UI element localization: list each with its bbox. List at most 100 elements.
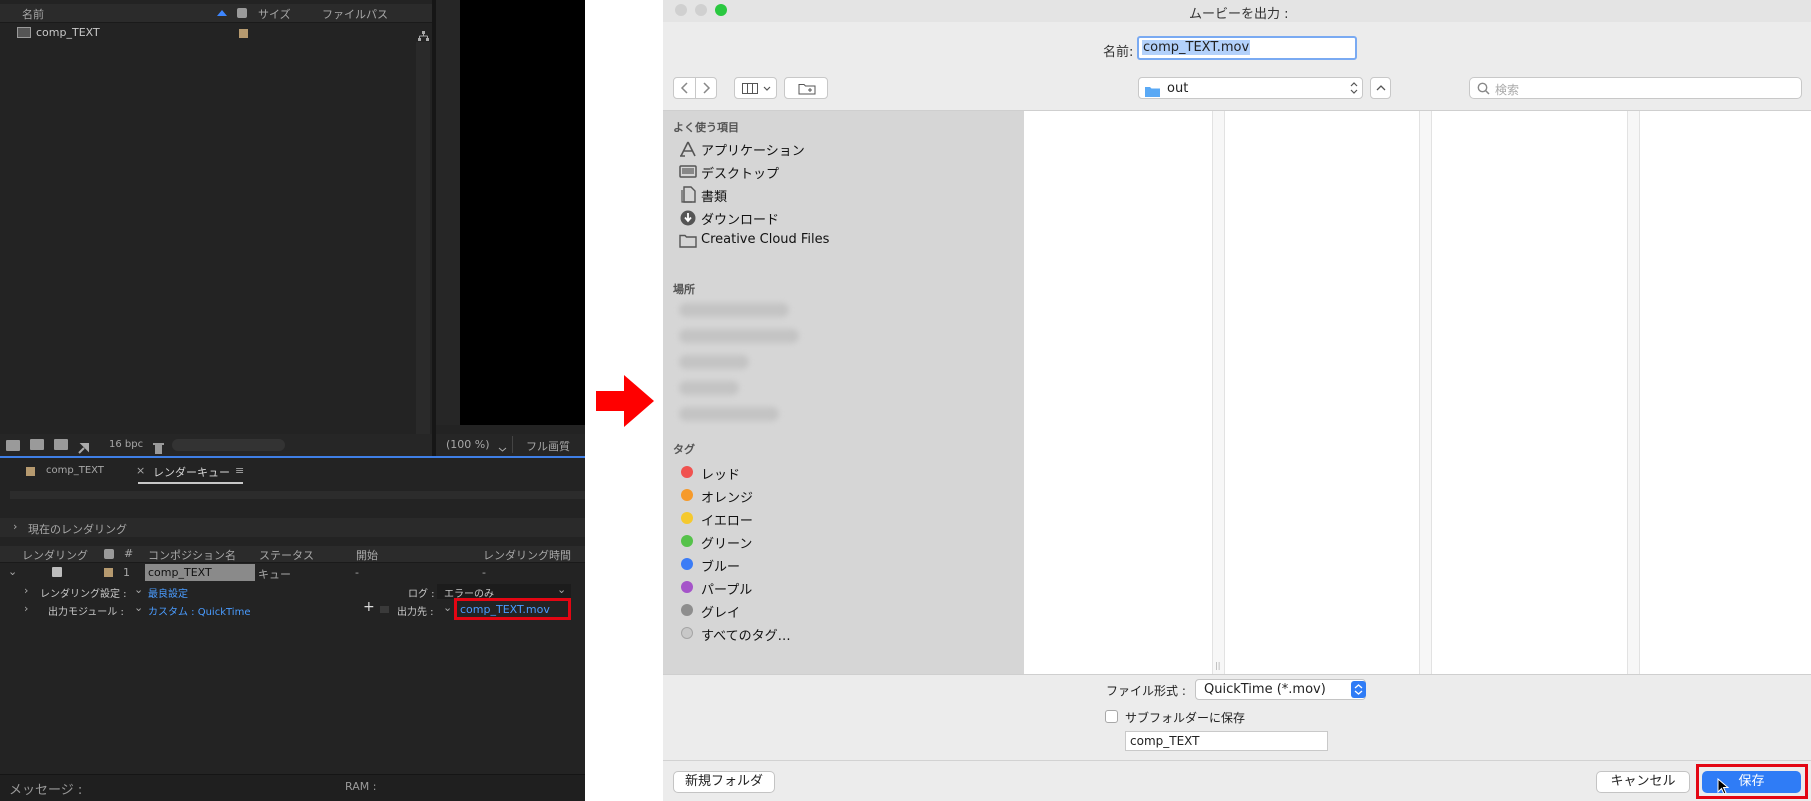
- expand-arrow-icon[interactable]: ⌄: [8, 565, 17, 578]
- column-browser[interactable]: ||: [1024, 111, 1811, 674]
- project-scrollbar[interactable]: [416, 42, 430, 434]
- sort-ascending-icon[interactable]: [217, 10, 227, 16]
- search-input[interactable]: 検索: [1469, 77, 1802, 99]
- blurred-location[interactable]: [679, 303, 789, 317]
- blurred-location[interactable]: [679, 329, 799, 343]
- name-input[interactable]: comp_TEXT.mov: [1137, 36, 1357, 60]
- zoom-dropdown[interactable]: (100 %): [446, 438, 490, 451]
- chevron-down-icon[interactable]: ⌄: [134, 583, 143, 596]
- column-comp-name[interactable]: コンポジション名: [148, 547, 236, 563]
- tag-gray[interactable]: グレイ: [679, 599, 1009, 621]
- blurred-location[interactable]: [679, 381, 739, 395]
- project-search-field[interactable]: [172, 439, 285, 451]
- disclosure-arrow-icon[interactable]: ›: [24, 602, 28, 615]
- column-status[interactable]: ステータス: [259, 547, 314, 563]
- sidebar-item-label: 書類: [701, 190, 728, 205]
- expand-collapse-button[interactable]: [1370, 77, 1391, 99]
- queue-item-row[interactable]: ⌄ 1 comp_TEXT キュー - -: [0, 564, 585, 581]
- queue-render-time: -: [482, 566, 486, 579]
- chevron-down-icon[interactable]: ⌄: [443, 601, 452, 614]
- zoom-window-icon[interactable]: [715, 4, 727, 16]
- column-render-time[interactable]: レンダリング時間: [483, 547, 571, 563]
- add-output-module-icon[interactable]: +: [363, 599, 375, 615]
- sidebar-item-label: ダウンロード: [701, 213, 780, 228]
- column-resize-gutter[interactable]: [1212, 111, 1224, 674]
- cancel-button[interactable]: キャンセル: [1596, 771, 1690, 793]
- render-checkbox[interactable]: [52, 567, 62, 577]
- new-folder-icon[interactable]: [30, 439, 44, 450]
- tag-dot-icon: [681, 489, 693, 501]
- chevron-down-icon[interactable]: [498, 439, 507, 452]
- column-render[interactable]: レンダリング: [22, 547, 88, 563]
- column-resize-handle-icon[interactable]: ||: [1215, 661, 1220, 670]
- tab-comp-text[interactable]: comp_TEXT: [46, 465, 104, 476]
- queue-comp-name-cell[interactable]: comp_TEXT: [145, 564, 255, 581]
- sidebar-item-documents[interactable]: 書類: [679, 184, 1009, 206]
- flowchart-icon[interactable]: [418, 27, 429, 41]
- sidebar-item-downloads[interactable]: ダウンロード: [679, 207, 1009, 229]
- search-icon: [1477, 82, 1490, 95]
- tag-label: グリーン: [701, 537, 753, 552]
- nav-segmented: [673, 77, 717, 99]
- interpret-footage-icon[interactable]: [6, 440, 20, 451]
- output-module-link[interactable]: カスタム : QuickTime: [148, 603, 250, 618]
- queue-status: キュー: [258, 568, 291, 581]
- column-name[interactable]: 名前: [22, 6, 44, 22]
- tag-orange[interactable]: オレンジ: [679, 484, 1009, 506]
- project-item-row[interactable]: comp_TEXT: [0, 24, 432, 41]
- tag-all[interactable]: すべてのタグ…: [679, 622, 1009, 644]
- column-number[interactable]: #: [124, 547, 133, 560]
- bit-depth-button[interactable]: 16 bpc: [109, 439, 143, 450]
- panel-menu-icon[interactable]: ≡: [235, 464, 244, 477]
- sidebar-item-applications[interactable]: アプリケーション: [679, 138, 1009, 160]
- tag-green[interactable]: グリーン: [679, 530, 1009, 552]
- column-start[interactable]: 開始: [356, 547, 378, 563]
- name-label: 名前:: [1103, 45, 1134, 60]
- format-popup[interactable]: QuickTime (*.mov): [1195, 679, 1366, 700]
- sidebar-item-desktop[interactable]: デスクトップ: [679, 161, 1009, 183]
- render-settings-link[interactable]: 最良設定: [148, 585, 188, 600]
- composition-viewer[interactable]: [460, 0, 585, 425]
- subfolder-checkbox[interactable]: [1105, 710, 1118, 723]
- tab-render-queue[interactable]: レンダーキュー: [153, 464, 230, 480]
- sidebar: よく使う項目 アプリケーション デスクトップ 書類 ダウンロード Creativ…: [663, 111, 1024, 674]
- current-render-row[interactable]: › 現在のレンダリング: [0, 518, 585, 537]
- column-size[interactable]: サイズ: [258, 6, 291, 22]
- tag-blue[interactable]: ブルー: [679, 553, 1009, 575]
- back-button[interactable]: [674, 78, 696, 98]
- minimize-window-icon[interactable]: [695, 4, 707, 16]
- blurred-location[interactable]: [679, 407, 779, 421]
- log-dropdown[interactable]: エラーのみ ⌄: [437, 583, 571, 600]
- chevron-down-icon[interactable]: ⌄: [134, 601, 143, 614]
- subfolder-input[interactable]: comp_TEXT: [1125, 731, 1328, 751]
- close-tab-icon[interactable]: ×: [136, 464, 145, 477]
- tag-dot-icon: [681, 581, 693, 593]
- flowchart-rocket-icon[interactable]: [78, 439, 90, 454]
- resolution-dropdown[interactable]: フル画質: [526, 438, 570, 454]
- queue-column-header: レンダリング # コンポジション名 ステータス 開始 レンダリング時間: [0, 546, 585, 563]
- column-filepath[interactable]: ファイルパス: [322, 6, 388, 22]
- view-mode-button[interactable]: [734, 77, 777, 99]
- progress-track: [10, 491, 585, 499]
- sidebar-item-creative-cloud[interactable]: Creative Cloud Files: [679, 230, 1009, 252]
- disclosure-arrow-icon[interactable]: ›: [13, 520, 17, 533]
- new-composition-icon[interactable]: [54, 439, 68, 450]
- location-popup[interactable]: out: [1138, 77, 1363, 99]
- tag-red[interactable]: レッド: [679, 461, 1009, 483]
- column-resize-gutter[interactable]: [1627, 111, 1639, 674]
- blurred-location[interactable]: [679, 355, 749, 369]
- remove-output-module-icon[interactable]: [380, 606, 389, 613]
- new-folder-button[interactable]: 新規フォルダ: [673, 771, 775, 793]
- new-folder-toolbar-button[interactable]: [784, 77, 828, 99]
- tag-yellow[interactable]: イエロー: [679, 507, 1009, 529]
- column-resize-gutter[interactable]: [1419, 111, 1431, 674]
- label-tag-icon[interactable]: [237, 8, 247, 18]
- tag-purple[interactable]: パープル: [679, 576, 1009, 598]
- forward-button[interactable]: [696, 78, 717, 98]
- queue-number: 1: [123, 566, 130, 579]
- trash-icon[interactable]: [153, 439, 164, 454]
- close-window-icon[interactable]: [675, 4, 687, 16]
- disclosure-arrow-icon[interactable]: ›: [24, 584, 28, 597]
- output-module-row: › 出力モジュール : ⌄ カスタム : QuickTime + 出力先 : ⌄…: [0, 598, 585, 620]
- label-tag-icon[interactable]: [104, 549, 114, 559]
